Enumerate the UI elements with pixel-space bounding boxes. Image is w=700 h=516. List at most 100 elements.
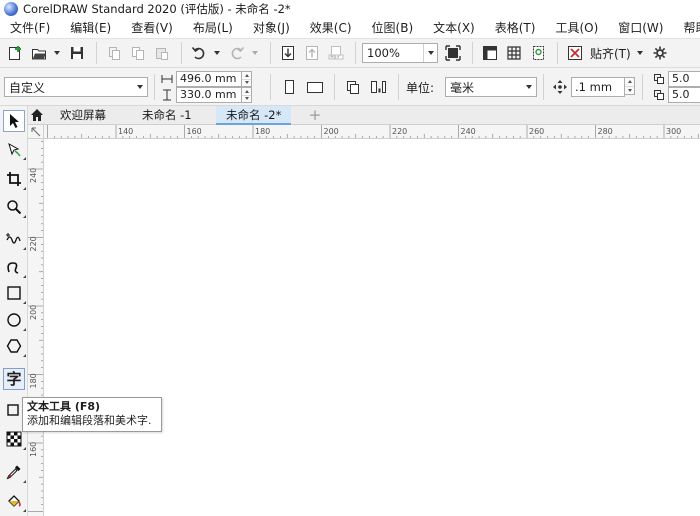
snap-to-label[interactable]: 贴齐(T) [590, 45, 631, 62]
page-size-select[interactable]: 自定义 [4, 77, 148, 97]
units-dropdown-arrow[interactable] [522, 78, 536, 96]
artistic-media-tool[interactable] [3, 256, 26, 278]
tab-document-2[interactable]: 未命名 -2* [216, 106, 292, 125]
current-page-button[interactable] [368, 76, 390, 98]
drawing-canvas[interactable] [44, 139, 700, 516]
ellipse-tool[interactable] [3, 309, 26, 331]
shape-tool[interactable] [3, 138, 26, 160]
publish-pdf-button[interactable] [325, 42, 347, 64]
units-select[interactable]: 毫米 [445, 77, 537, 97]
page-size-dropdown-arrow[interactable] [133, 78, 147, 96]
new-document-button[interactable] [4, 42, 26, 64]
menu-bitmaps[interactable]: 位图(B) [362, 18, 424, 38]
page-height-stepper[interactable] [242, 87, 252, 103]
width-icon [160, 72, 174, 86]
redo-dropdown[interactable] [250, 42, 260, 64]
options-button[interactable] [649, 42, 671, 64]
chevron-down-icon [54, 51, 60, 55]
portrait-button[interactable] [278, 76, 300, 98]
menu-help[interactable]: 帮助(H) [673, 18, 700, 38]
tab-welcome-screen[interactable]: 欢迎屏幕 [50, 106, 116, 125]
color-eyedropper-tool[interactable] [3, 461, 26, 483]
duplicate-x-row: 5.0 m [652, 71, 700, 99]
menu-object[interactable]: 对象(J) [243, 18, 300, 38]
page-width-stepper[interactable] [242, 71, 252, 87]
window-title: CorelDRAW Standard 2020 (评估版) - 未命名 -2* [23, 2, 291, 16]
menu-layout[interactable]: 布局(L) [183, 18, 243, 38]
menu-tools[interactable]: 工具(O) [545, 18, 608, 38]
show-guidelines-button[interactable] [527, 42, 549, 64]
rectangle-tool[interactable] [3, 282, 26, 304]
page-width-row: 496.0 mm [160, 71, 252, 87]
page-height-row: 330.0 mm [160, 87, 252, 103]
page-height-input[interactable]: 330.0 mm [176, 87, 242, 103]
ruler-label: 280 [598, 127, 613, 136]
menu-edit[interactable]: 编辑(E) [60, 18, 121, 38]
text-tool-tooltip: 文本工具 (F8) 添加和编辑段落和美术字. [22, 397, 162, 432]
snap-off-button[interactable] [564, 42, 586, 64]
horizontal-ruler[interactable]: 140160180200220240260280300320 [44, 125, 700, 139]
text-tool[interactable]: 字 [3, 368, 25, 390]
ruler-origin-icon [31, 127, 41, 137]
rectangle-icon [7, 286, 21, 300]
zoom-level-select[interactable]: 100% [362, 43, 438, 63]
menu-text[interactable]: 文本(X) [423, 18, 485, 38]
all-pages-button[interactable] [342, 76, 364, 98]
cut-button[interactable] [103, 42, 125, 64]
nudge-distance-input[interactable]: .1 mm [571, 77, 625, 97]
full-screen-preview-button[interactable] [442, 42, 464, 64]
import-button[interactable] [277, 42, 299, 64]
redo-button[interactable] [226, 42, 248, 64]
undo-dropdown[interactable] [212, 42, 222, 64]
tab-document-1[interactable]: 未命名 -1 [132, 106, 202, 125]
toolbar-divider [181, 42, 182, 64]
copy-button[interactable] [127, 42, 149, 64]
menu-view[interactable]: 查看(V) [121, 18, 183, 38]
snap-to-dropdown[interactable] [635, 42, 645, 64]
zoom-dropdown-arrow[interactable] [423, 44, 437, 62]
save-button[interactable] [66, 42, 88, 64]
units-value: 毫米 [450, 80, 475, 95]
duplicate-y-input[interactable]: 5.0 m [668, 87, 700, 115]
show-rulers-button[interactable] [479, 42, 501, 64]
tooltip-title: 文本工具 (F8) [27, 400, 101, 413]
crop-tool[interactable] [3, 168, 26, 190]
export-button[interactable] [301, 42, 323, 64]
dimension-icon [7, 404, 19, 416]
page-width-input[interactable]: 496.0 mm [176, 71, 242, 87]
polygon-tool[interactable] [3, 335, 26, 357]
open-dropdown[interactable] [52, 42, 62, 64]
vertical-ruler-scale: 240 220 200 180 160 [28, 141, 43, 512]
open-button[interactable] [28, 42, 50, 64]
pick-tool[interactable] [3, 110, 25, 132]
undo-button[interactable] [188, 42, 210, 64]
magnifier-icon [7, 200, 22, 215]
menu-effects[interactable]: 效果(C) [300, 18, 362, 38]
show-grid-button[interactable] [503, 42, 525, 64]
toolbar-divider [334, 74, 335, 100]
nudge-arrows-icon [553, 80, 567, 94]
export-icon [306, 46, 318, 60]
toolbar-divider [557, 42, 558, 64]
nudge-distance-stepper[interactable] [625, 77, 635, 95]
horizontal-ruler-scale: 140160180200220240260280300320 [47, 125, 699, 138]
home-tab[interactable] [28, 106, 46, 124]
ruler-origin[interactable] [28, 125, 44, 139]
landscape-button[interactable] [304, 76, 326, 98]
ruler-label: 240 [461, 127, 476, 136]
property-bar: 自定义 496.0 mm 330.0 mm 单位: 毫米 .1 mm 5.0 5… [0, 68, 700, 115]
toolbar-divider [355, 42, 356, 64]
zoom-tool[interactable] [3, 196, 26, 218]
vertical-ruler[interactable]: 240 220 200 180 160 [28, 139, 44, 516]
menu-table[interactable]: 表格(T) [485, 18, 546, 38]
rulers-icon [483, 46, 497, 60]
eyedropper-icon [6, 465, 21, 480]
interactive-fill-tool[interactable] [3, 490, 26, 512]
paste-button[interactable] [151, 42, 173, 64]
freehand-tool[interactable] [3, 228, 26, 250]
guidelines-icon [533, 46, 544, 60]
add-tab-button[interactable]: + [306, 106, 324, 124]
duplicate-x-input[interactable]: 5.0 m [668, 71, 700, 99]
menu-file[interactable]: 文件(F) [0, 18, 60, 38]
menu-window[interactable]: 窗口(W) [608, 18, 673, 38]
